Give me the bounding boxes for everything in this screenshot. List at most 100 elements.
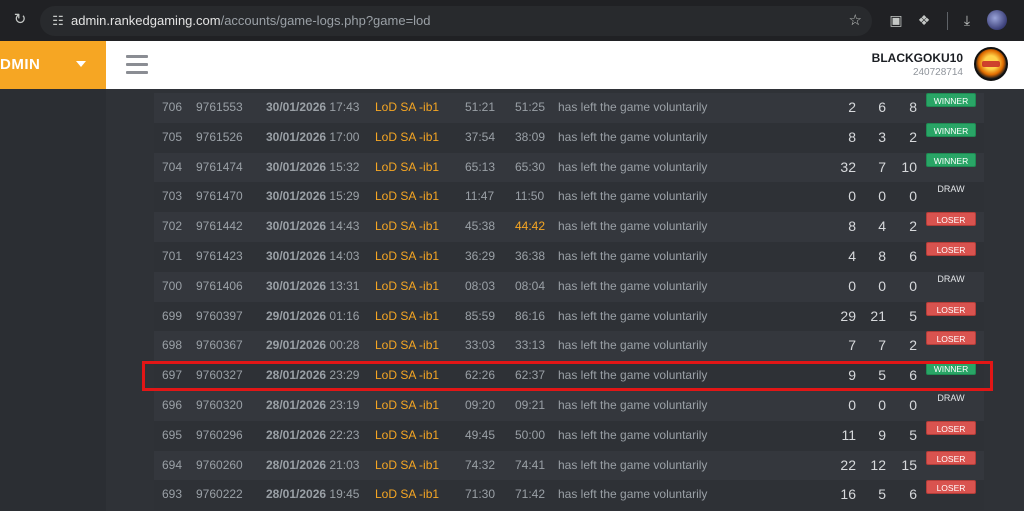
game-time: 13:31 (329, 278, 360, 293)
game-datetime: 29/01/2026 01:16 (266, 302, 359, 332)
game-id[interactable]: 9761553 (196, 93, 243, 123)
game-id[interactable]: 9760222 (196, 480, 243, 510)
row-number: 706 (162, 100, 183, 114)
game-id[interactable]: 9761470 (196, 182, 243, 212)
game-datetime: 29/01/2026 00:28 (266, 331, 359, 361)
kills: 32 (840, 158, 856, 175)
game-date: 30/01/2026 (266, 189, 327, 204)
url-host: admin.rankedgaming.com (71, 13, 221, 28)
deaths: 5 (878, 367, 886, 384)
table-row[interactable]: 704 9761474 30/01/2026 15:32 LoD SA -ib1 65:… (154, 152, 984, 183)
game-id[interactable]: 9761442 (196, 212, 243, 242)
game-time: 23:29 (329, 368, 360, 383)
game-id[interactable]: 9760296 (196, 421, 243, 451)
game-id[interactable]: 9761406 (196, 272, 243, 302)
table-row[interactable]: 701 9761423 30/01/2026 14:03 LoD SA -ib1 36:… (154, 241, 984, 272)
address-bar[interactable]: ☷ admin.rankedgaming.com/accounts/game-l… (40, 6, 872, 36)
kills: 22 (840, 456, 856, 473)
game-datetime: 28/01/2026 23:19 (266, 391, 359, 421)
deaths: 0 (878, 396, 886, 413)
game-mode: LoD SA -ib1 (375, 219, 440, 234)
table-row[interactable]: 697 9760327 28/01/2026 23:29 LoD SA -ib1 62:… (154, 361, 984, 391)
leave-status: has left the game voluntarily (558, 129, 708, 144)
game-date: 30/01/2026 (266, 219, 327, 234)
leave-status: has left the game voluntarily (558, 159, 708, 174)
assists: 10 (901, 158, 917, 175)
game-date: 30/01/2026 (266, 159, 327, 174)
game-id[interactable]: 9761526 (196, 123, 243, 153)
game-datetime: 30/01/2026 14:43 (266, 212, 359, 242)
game-time: 01:16 (329, 308, 360, 323)
deaths: 21 (870, 307, 886, 324)
table-row[interactable]: 694 9760260 28/01/2026 21:03 LoD SA -ib1 74:… (154, 450, 984, 481)
deaths: 5 (878, 486, 886, 503)
url-text[interactable]: admin.rankedgaming.com/accounts/game-log… (71, 6, 431, 36)
assists: 5 (909, 307, 917, 324)
game-id[interactable]: 9760260 (196, 451, 243, 481)
game-duration: 71:30 (465, 487, 496, 502)
hamburger-icon[interactable] (126, 55, 148, 75)
assists: 8 (909, 99, 917, 115)
game-time: 15:29 (329, 189, 360, 204)
assists: 5 (909, 426, 917, 443)
kills: 8 (848, 128, 856, 145)
game-mode: LoD SA -ib1 (375, 129, 440, 144)
result-badge: WINNER (926, 122, 976, 137)
game-date: 28/01/2026 (266, 397, 327, 412)
table-row[interactable]: 702 9761442 30/01/2026 14:43 LoD SA -ib1 45:… (154, 212, 984, 242)
game-mode: LoD SA -ib1 (375, 189, 440, 204)
username: BLACKGOKU10 (871, 51, 963, 65)
assists: 6 (909, 247, 917, 264)
leave-status: has left the game voluntarily (558, 457, 708, 472)
table-row[interactable]: 699 9760397 29/01/2026 01:16 LoD SA -ib1 85:… (154, 301, 984, 332)
game-logs-table: 706 9761553 30/01/2026 17:43 LoD SA -ib1 51:… (154, 93, 984, 511)
table-row[interactable]: 706 9761553 30/01/2026 17:43 LoD SA -ib1 51:… (154, 93, 984, 123)
deaths: 8 (878, 247, 886, 264)
table-row[interactable]: 698 9760367 29/01/2026 00:28 LoD SA -ib1 33:… (154, 331, 984, 362)
table-row[interactable]: 695 9760296 28/01/2026 22:23 LoD SA -ib1 49:… (154, 420, 984, 451)
assists: 0 (909, 277, 917, 294)
star-icon[interactable]: ☆ (849, 11, 862, 31)
brand-dropdown[interactable]: DMIN (0, 41, 106, 89)
game-time: 17:43 (329, 100, 360, 114)
table-row[interactable]: 693 9760222 28/01/2026 19:45 LoD SA -ib1 71:… (154, 480, 984, 511)
game-time: 17:00 (329, 129, 360, 144)
user-info[interactable]: BLACKGOKU10 240728714 (872, 50, 963, 79)
row-number: 698 (162, 338, 183, 353)
game-id[interactable]: 9761423 (196, 242, 243, 272)
result-badge: LOSER (926, 480, 976, 495)
game-duration: 51:21 (465, 100, 496, 114)
game-id[interactable]: 9760397 (196, 302, 243, 332)
download-icon[interactable]: ⤓ (955, 8, 979, 32)
reload-icon[interactable]: ↻ (8, 8, 32, 32)
game-mode: LoD SA -ib1 (375, 338, 440, 353)
puzzle-icon[interactable]: ❖ (912, 8, 936, 32)
kills: 0 (848, 188, 856, 205)
sidebar (0, 89, 106, 511)
game-datetime: 30/01/2026 17:00 (266, 123, 359, 153)
game-mode: LoD SA -ib1 (375, 427, 440, 442)
table-row[interactable]: 703 9761470 30/01/2026 15:29 LoD SA -ib1 11:… (154, 182, 984, 213)
cast-icon[interactable]: ▣ (884, 8, 908, 32)
profile-avatar[interactable] (987, 10, 1007, 30)
game-duration: 33:03 (465, 338, 496, 353)
assists: 2 (909, 128, 917, 145)
kills: 8 (848, 218, 856, 235)
avatar[interactable] (974, 47, 1008, 81)
assists: 6 (909, 367, 917, 384)
game-datetime: 30/01/2026 15:29 (266, 182, 359, 212)
leave-time: 33:13 (515, 338, 546, 353)
game-id[interactable]: 9760367 (196, 331, 243, 361)
table-row[interactable]: 705 9761526 30/01/2026 17:00 LoD SA -ib1 37:… (154, 122, 984, 153)
game-date: 29/01/2026 (266, 338, 327, 353)
table-row[interactable]: 700 9761406 30/01/2026 13:31 LoD SA -ib1 08:… (154, 271, 984, 302)
game-id[interactable]: 9760320 (196, 391, 243, 421)
tune-icon[interactable]: ☷ (48, 11, 68, 31)
kills: 0 (848, 277, 856, 294)
game-id[interactable]: 9761474 (196, 153, 243, 183)
game-id[interactable]: 9760327 (196, 361, 243, 391)
game-duration: 45:38 (465, 219, 496, 234)
table-row[interactable]: 696 9760320 28/01/2026 23:19 LoD SA -ib1 09:… (154, 390, 984, 421)
leave-time: 44:42 (515, 219, 546, 234)
game-date: 28/01/2026 (266, 427, 327, 442)
